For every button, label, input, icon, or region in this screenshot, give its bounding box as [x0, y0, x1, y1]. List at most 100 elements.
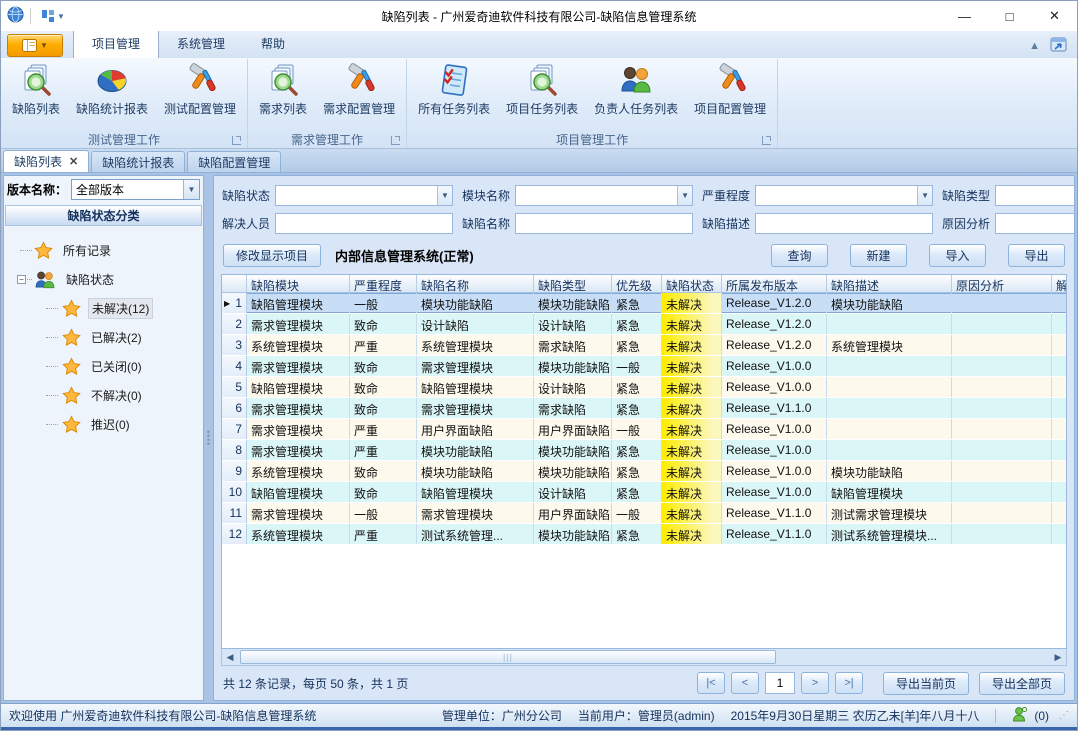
- filter-dropdown[interactable]: ▼: [515, 185, 693, 206]
- page-number-input[interactable]: [765, 672, 795, 694]
- import-button[interactable]: 导入: [929, 244, 986, 267]
- grid-cell[interactable]: Release_V1.2.0: [722, 314, 827, 334]
- grid-cell[interactable]: [1052, 377, 1067, 397]
- grid-cell[interactable]: 需求管理模块: [417, 503, 534, 523]
- grid-cell[interactable]: 未解决: [662, 398, 722, 418]
- ribbon-tab-system[interactable]: 系统管理: [159, 30, 243, 58]
- grid-cell[interactable]: 模块功能缺陷: [534, 524, 612, 544]
- grid-cell[interactable]: [1052, 314, 1067, 334]
- grid-cell[interactable]: [1052, 398, 1067, 418]
- grid-cell[interactable]: 模块功能缺陷: [534, 440, 612, 460]
- dropdown-arrow-icon[interactable]: ▼: [677, 186, 692, 205]
- grid-cell[interactable]: [827, 356, 952, 376]
- grid-cell[interactable]: 未解决: [662, 377, 722, 397]
- grid-cell[interactable]: 需求管理模块: [247, 398, 350, 418]
- grid-cell[interactable]: 用户界面缺陷: [417, 419, 534, 439]
- prev-page-button[interactable]: <: [731, 672, 759, 694]
- grid-cell[interactable]: 设计缺陷: [417, 314, 534, 334]
- grid-cell[interactable]: 未解决: [662, 503, 722, 523]
- grid-cell[interactable]: [827, 440, 952, 460]
- dialog-launcher-icon[interactable]: [762, 136, 771, 145]
- scroll-right-icon[interactable]: ▶: [1050, 649, 1066, 665]
- filter-dropdown[interactable]: ▼: [275, 185, 453, 206]
- grid-cell[interactable]: 缺陷管理模块: [247, 293, 350, 313]
- grid-cell[interactable]: 未解决: [662, 524, 722, 544]
- grid-cell[interactable]: [952, 356, 1052, 376]
- application-menu-button[interactable]: ▼: [7, 34, 63, 57]
- grid-cell[interactable]: Release_V1.1.0: [722, 524, 827, 544]
- minimize-button[interactable]: —: [942, 1, 987, 31]
- grid-cell[interactable]: Release_V1.1.0: [722, 503, 827, 523]
- grid-cell[interactable]: 测试系统管理模块...: [827, 524, 952, 544]
- grid-cell[interactable]: 需求缺陷: [534, 398, 612, 418]
- scroll-left-icon[interactable]: ◀: [222, 649, 238, 665]
- column-header-缺陷名称[interactable]: 缺陷名称: [417, 275, 534, 292]
- row-header[interactable]: 5: [222, 377, 247, 397]
- splitter-handle[interactable]: ••••: [204, 175, 213, 701]
- version-combobox[interactable]: 全部版本 ▼: [71, 179, 200, 200]
- filter-textbox[interactable]: [755, 213, 933, 234]
- grid-cell[interactable]: 未解决: [662, 419, 722, 439]
- grid-cell[interactable]: Release_V1.0.0: [722, 356, 827, 376]
- grid-row-4[interactable]: 4需求管理模块致命需求管理模块模块功能缺陷一般未解决Release_V1.0.0: [222, 356, 1066, 377]
- grid-cell[interactable]: 需求管理模块: [247, 314, 350, 334]
- dropdown-arrow-icon[interactable]: ▼: [917, 186, 932, 205]
- filter-input[interactable]: [996, 214, 1075, 233]
- grid-row-8[interactable]: 8需求管理模块严重模块功能缺陷模块功能缺陷紧急未解决Release_V1.0.0: [222, 440, 1066, 461]
- filter-textbox[interactable]: [515, 213, 693, 234]
- dropdown-arrow-icon[interactable]: ▼: [437, 186, 452, 205]
- ribbon-button-缺陷列表[interactable]: 缺陷列表: [4, 59, 68, 120]
- query-button[interactable]: 查询: [771, 244, 828, 267]
- grid-cell[interactable]: 模块功能缺陷: [534, 356, 612, 376]
- grid-cell[interactable]: 需求管理模块: [247, 419, 350, 439]
- grid-cell[interactable]: Release_V1.0.0: [722, 419, 827, 439]
- maximize-button[interactable]: □: [987, 1, 1032, 31]
- next-page-button[interactable]: >: [801, 672, 829, 694]
- grid-cell[interactable]: 需求管理模块: [247, 503, 350, 523]
- grid-cell[interactable]: 紧急: [612, 314, 662, 334]
- grid-cell[interactable]: 一般: [350, 293, 417, 313]
- grid-cell[interactable]: 模块功能缺陷: [827, 461, 952, 481]
- grid-cell[interactable]: [1052, 524, 1067, 544]
- grid-cell[interactable]: 模块功能缺陷: [534, 293, 612, 313]
- grid-cell[interactable]: 缺陷管理模块: [417, 377, 534, 397]
- grid-row-7[interactable]: 7需求管理模块严重用户界面缺陷用户界面缺陷一般未解决Release_V1.0.0: [222, 419, 1066, 440]
- grid-cell[interactable]: 紧急: [612, 398, 662, 418]
- grid-cell[interactable]: [1052, 419, 1067, 439]
- dialog-launcher-icon[interactable]: [391, 136, 400, 145]
- grid-cell[interactable]: [952, 335, 1052, 355]
- grid-cell[interactable]: 未解决: [662, 335, 722, 355]
- grid-cell[interactable]: 模块功能缺陷: [417, 440, 534, 460]
- grid-cell[interactable]: 缺陷管理模块: [247, 482, 350, 502]
- row-header[interactable]: 6: [222, 398, 247, 418]
- grid-cell[interactable]: 需求管理模块: [417, 356, 534, 376]
- grid-cell[interactable]: 致命: [350, 461, 417, 481]
- grid-cell[interactable]: 需求管理模块: [247, 440, 350, 460]
- grid-cell[interactable]: 缺陷管理模块: [827, 482, 952, 502]
- grid-row-2[interactable]: 2需求管理模块致命设计缺陷设计缺陷紧急未解决Release_V1.2.0: [222, 314, 1066, 335]
- ribbon-tab-project[interactable]: 项目管理: [73, 29, 159, 59]
- last-page-button[interactable]: >|: [835, 672, 863, 694]
- grid-cell[interactable]: 紧急: [612, 293, 662, 313]
- grid-cell[interactable]: 一般: [612, 356, 662, 376]
- grid-cell[interactable]: 未解决: [662, 314, 722, 334]
- grid-cell[interactable]: 模块功能缺陷: [417, 461, 534, 481]
- row-header[interactable]: 11: [222, 503, 247, 523]
- grid-cell[interactable]: 严重: [350, 524, 417, 544]
- grid-cell[interactable]: 系统管理模块: [247, 461, 350, 481]
- row-header[interactable]: 8: [222, 440, 247, 460]
- grid-cell[interactable]: [1052, 440, 1067, 460]
- grid-cell[interactable]: [1052, 335, 1067, 355]
- column-header-优先级[interactable]: 优先级: [612, 275, 662, 292]
- resize-grip-icon[interactable]: ⋰: [1059, 710, 1069, 721]
- grid-cell[interactable]: 严重: [350, 419, 417, 439]
- grid-cell[interactable]: 系统管理模块: [247, 524, 350, 544]
- grid-cell[interactable]: [1052, 482, 1067, 502]
- first-page-button[interactable]: |<: [697, 672, 725, 694]
- grid-cell[interactable]: [952, 293, 1052, 313]
- grid-cell[interactable]: 紧急: [612, 440, 662, 460]
- filter-input[interactable]: [516, 214, 692, 233]
- ribbon-button-所有任务列表[interactable]: 所有任务列表: [410, 59, 498, 120]
- column-header-所属发布版本[interactable]: 所属发布版本: [722, 275, 827, 292]
- grid-cell[interactable]: 系统管理模块: [827, 335, 952, 355]
